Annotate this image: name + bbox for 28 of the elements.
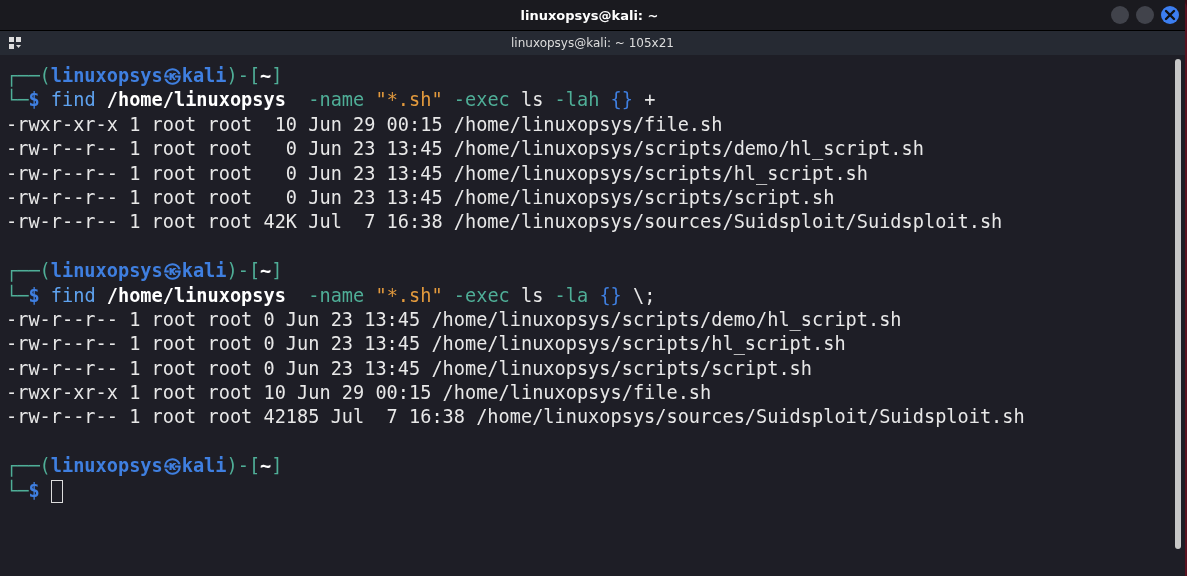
prompt-header: ┌──(linuxopsys㉿kali)-[~] [6, 455, 283, 477]
close-icon [1164, 9, 1176, 21]
prompt-symbol: $ [28, 479, 40, 501]
scrollbar-thumb[interactable] [1175, 59, 1181, 549]
close-button[interactable] [1161, 6, 1179, 24]
prompt-corner: └─ [6, 479, 29, 501]
grid-icon[interactable] [8, 36, 22, 50]
prompt-corner: └─ [6, 284, 29, 306]
command-text: find /home/linuxopsys -name "*.sh" -exec ls -la {} \; [50, 284, 656, 306]
output-line: -rw-r--r-- 1 root root 0 Jun 23 13:45 /home/linuxopsys/scripts/hl_script.sh [6, 162, 868, 184]
window-title: linuxopsys@kali: ~ [519, 7, 660, 23]
output-line: -rwxr-xr-x 1 root root 10 Jun 29 00:15 /home/linuxopsys/file.sh [6, 113, 723, 135]
output-line: -rw-r--r-- 1 root root 0 Jun 23 13:45 /home/linuxopsys/scripts/demo/hl_script.sh [6, 308, 902, 330]
prompt-corner: └─ [6, 89, 29, 111]
output-line: -rwxr-xr-x 1 root root 10 Jun 29 00:15 /home/linuxopsys/file.sh [6, 382, 712, 404]
output-line: -rw-r--r-- 1 root root 0 Jun 23 13:45 /home/linuxopsys/scripts/hl_script.sh [6, 333, 846, 355]
maximize-button[interactable] [1136, 6, 1154, 24]
output-line: -rw-r--r-- 1 root root 0 Jun 23 13:45 /home/linuxopsys/scripts/demo/hl_script.sh [6, 138, 924, 160]
prompt-symbol: $ [28, 89, 40, 111]
output-line: -rw-r--r-- 1 root root 42185 Jul 7 16:38 /home/linuxopsys/sources/Suidsploit/Suidsploit.sh [6, 406, 1025, 428]
output-line: -rw-r--r-- 1 root root 42K Jul 7 16:38 /home/linuxopsys/sources/Suidsploit/Suidsploit.sh [6, 211, 1003, 233]
prompt-symbol: $ [28, 284, 40, 306]
prompt-header: ┌──(linuxopsys㉿kali)-[~] [6, 65, 283, 86]
output-line: -rw-r--r-- 1 root root 0 Jun 23 13:45 /home/linuxopsys/scripts/script.sh [6, 186, 835, 208]
command-text: find /home/linuxopsys -name "*.sh" -exec ls -lah {} + [50, 89, 656, 111]
prompt-header: ┌──(linuxopsys㉿kali)-[~] [6, 260, 283, 282]
minimize-button[interactable] [1111, 6, 1129, 24]
output-line: -rw-r--r-- 1 root root 0 Jun 23 13:45 /home/linuxopsys/scripts/script.sh [6, 357, 812, 379]
